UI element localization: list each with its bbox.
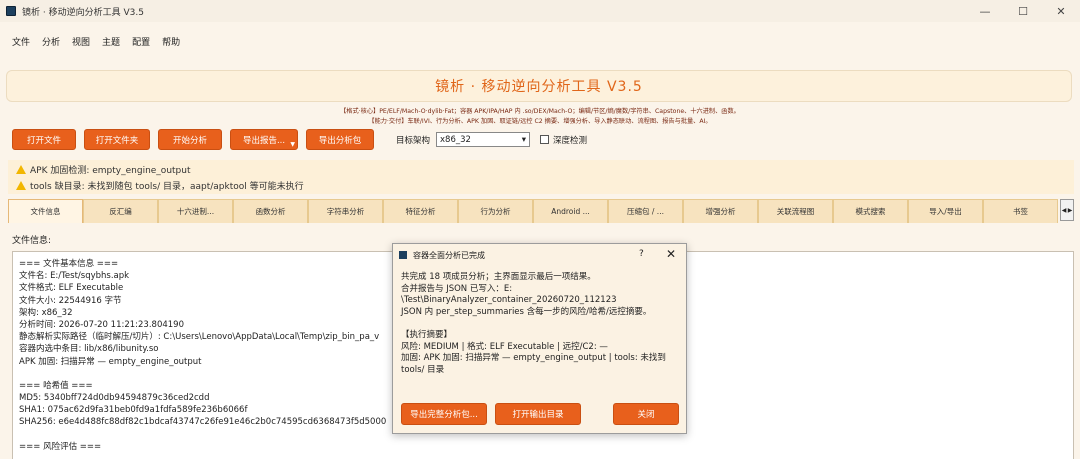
tab-strings[interactable]: 字符串分析 (308, 199, 383, 223)
tab-scroll-right-icon[interactable]: ▶ (1067, 200, 1073, 220)
warning-text: APK 加固检测: empty_engine_output (30, 165, 191, 176)
analysis-complete-dialog: 容器全面分析已完成 ? ✕ 共完成 18 项成员分析；主界面显示最后一项结果。 … (392, 243, 687, 434)
tab-functions[interactable]: 函数分析 (233, 199, 308, 223)
open-folder-button[interactable]: 打开文件夹 (84, 129, 150, 150)
tab-android[interactable]: Android ... (533, 199, 608, 223)
app-banner: 镜析 · 移动逆向分析工具 V3.5 (6, 70, 1072, 102)
tab-pattern-search[interactable]: 模式搜索 (833, 199, 908, 223)
menu-bar: 文件 分析 视图 主题 配置 帮助 (0, 30, 180, 52)
format-caption: 【格式·核心】PE/ELF/Mach-O·dylib·Fat；容器 APK/IP… (340, 108, 740, 115)
tab-features[interactable]: 特征分析 (383, 199, 458, 223)
dialog-line: 合并报告与 JSON 已写入：E: (401, 283, 513, 294)
dialog-line: 风险: MEDIUM | 格式: ELF Executable | 远控/C2:… (401, 341, 608, 352)
arch-label: 目标架构 (396, 135, 431, 146)
warning-panel: APK 加固检测: empty_engine_output tools 缺目录:… (8, 160, 1074, 194)
export-report-label: 导出报告... (242, 135, 286, 146)
maximize-button[interactable]: ☐ (1004, 0, 1042, 22)
chevron-down-icon: ▾ (521, 134, 527, 145)
close-dialog-button[interactable]: 关闭 (613, 403, 679, 425)
capability-caption: 【能力·交付】车联/IVI、行为分析、APK 加固、取证链/远控 C2 摘要、增… (368, 118, 712, 125)
content-line: === 风险评估 === (19, 441, 102, 452)
dialog-line: 加固: APK 加固: 扫描异常 — empty_engine_output |… (401, 353, 666, 364)
dialog-line (401, 318, 678, 330)
tab-flowchart[interactable]: 关联流程图 (758, 199, 833, 223)
window-title: 镜析 · 移动逆向分析工具 V3.5 (22, 7, 144, 18)
export-report-button[interactable]: 导出报告... ▼ (230, 129, 298, 150)
dialog-line: \Test\BinaryAnalyzer_container_20260720_… (401, 295, 617, 306)
menu-file[interactable]: 文件 (12, 33, 30, 50)
window-controls: — ☐ ✕ (966, 0, 1080, 22)
open-output-dir-button[interactable]: 打开输出目录 (495, 403, 581, 425)
dialog-app-icon (399, 251, 407, 259)
warning-line: tools 缺目录: 未找到随包 tools/ 目录，aapt/apktool … (16, 178, 1074, 192)
tab-import-export[interactable]: 导入/导出 (908, 199, 983, 223)
dialog-title: 容器全面分析已完成 (413, 250, 485, 260)
menu-config[interactable]: 配置 (132, 33, 150, 50)
dialog-line: JSON 内 per_step_summaries 含每一步的风险/哈希/远控摘… (401, 306, 652, 317)
panel-label: 文件信息: (12, 236, 52, 246)
tab-bar: 文件信息 反汇编 十六进制... 函数分析 字符串分析 特征分析 行为分析 An… (8, 199, 1060, 223)
warning-text: tools 缺目录: 未找到随包 tools/ 目录，aapt/apktool … (30, 181, 304, 192)
minimize-button[interactable]: — (966, 0, 1004, 22)
arch-value: x86_32 (440, 134, 471, 145)
dialog-title-bar: 容器全面分析已完成 ? ✕ (393, 244, 686, 266)
title-bar: 镜析 · 移动逆向分析工具 V3.5 — ☐ ✕ (0, 0, 1080, 22)
app-icon (6, 6, 16, 16)
tab-disassembly[interactable]: 反汇编 (83, 199, 158, 223)
tab-enhanced[interactable]: 增强分析 (683, 199, 758, 223)
tab-scroll-arrows: ◀ ▶ (1060, 199, 1074, 221)
banner-title: 镜析 · 移动逆向分析工具 V3.5 (435, 79, 643, 95)
menu-help[interactable]: 帮助 (162, 33, 180, 50)
arch-select[interactable]: x86_32 ▾ (436, 132, 531, 147)
tab-archive[interactable]: 压缩包 / ... (608, 199, 683, 223)
toolbar: 打开文件 打开文件夹 开始分析 导出报告... ▼ 导出分析包 目标架构 x86… (12, 129, 587, 150)
dialog-line: tools/ 目录 (401, 364, 445, 375)
warning-icon (16, 180, 26, 190)
tab-behavior[interactable]: 行为分析 (458, 199, 533, 223)
warning-icon (16, 164, 26, 174)
tab-hex[interactable]: 十六进制... (158, 199, 233, 223)
start-analysis-button[interactable]: 开始分析 (158, 129, 222, 150)
warning-line: APK 加固检测: empty_engine_output (16, 162, 1074, 176)
tab-file-info[interactable]: 文件信息 (8, 199, 83, 223)
help-icon[interactable]: ? (639, 249, 644, 259)
tab-bookmarks[interactable]: 书签 (983, 199, 1058, 223)
menu-view[interactable]: 视图 (72, 33, 90, 50)
menu-analyze[interactable]: 分析 (42, 33, 60, 50)
dialog-line: 【执行摘要】 (401, 329, 453, 340)
dialog-line: 共完成 18 项成员分析；主界面显示最后一项结果。 (401, 272, 596, 282)
dialog-body: 共完成 18 项成员分析；主界面显示最后一项结果。 合并报告与 JSON 已写入… (393, 266, 686, 382)
open-file-button[interactable]: 打开文件 (12, 129, 76, 150)
export-full-package-button[interactable]: 导出完整分析包... (401, 403, 487, 425)
deep-check-label: 深度检测 (553, 135, 588, 146)
close-window-button[interactable]: ✕ (1042, 0, 1080, 22)
menu-theme[interactable]: 主题 (102, 33, 120, 50)
dialog-close-icon[interactable]: ✕ (666, 247, 676, 261)
export-package-button[interactable]: 导出分析包 (306, 129, 374, 150)
dropdown-arrow-icon: ▼ (290, 141, 295, 148)
deep-check-checkbox[interactable] (540, 135, 550, 144)
